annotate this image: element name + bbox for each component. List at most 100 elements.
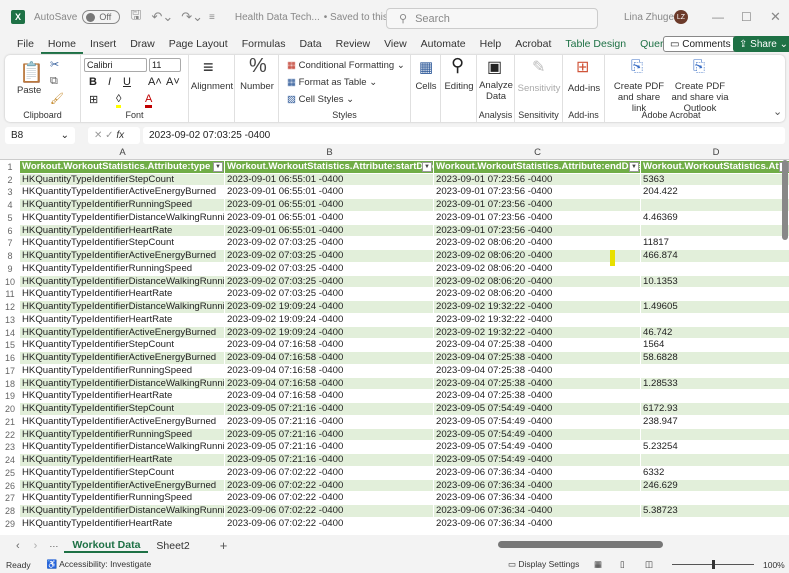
table-cell[interactable]: HKQuantityTypeIdentifierDistanceWalkingR… — [20, 377, 225, 391]
italic-button[interactable]: I — [108, 76, 111, 88]
table-cell[interactable]: 5363 — [641, 173, 789, 187]
next-sheet-icon[interactable]: › — [34, 540, 38, 552]
table-cell[interactable]: 2023-09-04 07:25:38 -0400 — [434, 364, 641, 378]
select-all-corner[interactable] — [0, 146, 20, 160]
close-icon[interactable]: ✕ — [770, 9, 781, 25]
format-painter-icon[interactable]: 🖌 — [50, 92, 64, 105]
table-cell[interactable] — [641, 454, 789, 467]
table-cell[interactable]: 2023-09-02 19:09:24 -0400 — [225, 326, 434, 340]
table-cell[interactable]: 2023-09-01 07:23:56 -0400 — [434, 199, 641, 212]
table-cell[interactable]: HKQuantityTypeIdentifierHeartRate — [20, 390, 225, 404]
tab-view[interactable]: View — [377, 34, 414, 54]
table-cell[interactable]: HKQuantityTypeIdentifierStepCount — [20, 173, 225, 187]
analyze-data-icon[interactable]: ▣ — [487, 57, 502, 77]
row-number[interactable]: 23 — [0, 441, 20, 454]
table-cell[interactable]: 2023-09-06 07:02:22 -0400 — [225, 504, 434, 518]
table-cell[interactable]: 2023-09-01 07:23:56 -0400 — [434, 211, 641, 225]
tab-automate[interactable]: Automate — [414, 34, 473, 54]
table-cell[interactable]: 2023-09-04 07:16:58 -0400 — [225, 364, 434, 378]
display-settings-button[interactable]: ▭ Display Settings — [508, 559, 579, 570]
table-cell[interactable]: 2023-09-05 07:21:16 -0400 — [225, 454, 434, 467]
table-cell[interactable]: HKQuantityTypeIdentifierActiveEnergyBurn… — [20, 479, 225, 493]
table-cell[interactable]: 2023-09-01 06:55:01 -0400 — [225, 173, 434, 187]
prev-sheet-icon[interactable]: ‹ — [16, 540, 20, 552]
table-cell[interactable]: HKQuantityTypeIdentifierDistanceWalkingR… — [20, 441, 225, 454]
table-cell[interactable]: 2023-09-02 07:03:25 -0400 — [225, 288, 434, 302]
table-cell[interactable]: 2023-09-05 07:21:16 -0400 — [225, 428, 434, 442]
row-number[interactable]: 24 — [0, 454, 20, 467]
comments-button[interactable]: ▭ Comments — [663, 36, 738, 52]
table-cell[interactable] — [641, 518, 789, 531]
table-cell[interactable]: HKQuantityTypeIdentifierActiveEnergyBurn… — [20, 326, 225, 340]
table-cell[interactable]: 2023-09-05 07:54:49 -0400 — [434, 441, 641, 454]
table-cell[interactable]: 2023-09-02 19:32:22 -0400 — [434, 301, 641, 314]
column-header-cell[interactable]: Workout.WorkoutStatistics.Attribute:endD… — [434, 161, 641, 174]
table-cell[interactable]: 2023-09-02 08:06:20 -0400 — [434, 288, 641, 302]
row-number[interactable]: 1 — [0, 161, 20, 174]
tab-insert[interactable]: Insert — [83, 34, 123, 54]
alignment-group[interactable]: ≡ Alignment — [189, 55, 235, 122]
row-number[interactable]: 19 — [0, 390, 20, 404]
table-cell[interactable]: HKQuantityTypeIdentifierRunningSpeed — [20, 199, 225, 212]
table-cell[interactable]: 246.629 — [641, 479, 789, 493]
borders-icon[interactable]: ⊞ — [89, 93, 98, 106]
horizontal-scrollbar[interactable] — [498, 541, 663, 548]
table-cell[interactable]: 2023-09-02 19:32:22 -0400 — [434, 326, 641, 340]
tab-page-layout[interactable]: Page Layout — [162, 34, 235, 54]
table-cell[interactable]: HKQuantityTypeIdentifierRunningSpeed — [20, 364, 225, 378]
table-cell[interactable]: 2023-09-06 07:36:34 -0400 — [434, 517, 641, 531]
table-cell[interactable]: 2023-09-06 07:02:22 -0400 — [225, 466, 434, 480]
table-cell[interactable]: 2023-09-02 08:06:20 -0400 — [434, 237, 641, 251]
table-cell[interactable]: 2023-09-05 07:54:49 -0400 — [434, 454, 641, 467]
document-title[interactable]: Health Data Tech... — [235, 12, 320, 23]
table-cell[interactable]: 2023-09-06 07:02:22 -0400 — [225, 517, 434, 531]
cell-styles-button[interactable]: ▨ Cell Styles ⌄ — [287, 94, 354, 105]
row-number[interactable]: 16 — [0, 352, 20, 365]
autosave-toggle[interactable]: Off — [82, 10, 121, 24]
table-cell[interactable]: HKQuantityTypeIdentifierActiveEnergyBurn… — [20, 186, 225, 200]
table-cell[interactable]: 6172.93 — [641, 403, 789, 416]
table-cell[interactable]: 204.422 — [641, 186, 789, 200]
table-cell[interactable]: 5.23254 — [641, 441, 789, 454]
row-number[interactable]: 4 — [0, 199, 20, 212]
table-cell[interactable]: 2023-09-05 07:54:49 -0400 — [434, 403, 641, 416]
row-number[interactable]: 15 — [0, 339, 20, 353]
row-number[interactable]: 28 — [0, 504, 20, 518]
function-icon[interactable]: fx — [116, 130, 124, 141]
table-cell[interactable]: HKQuantityTypeIdentifierHeartRate — [20, 224, 225, 238]
redo-icon[interactable]: ↷⌄ — [181, 9, 203, 25]
tab-help[interactable]: Help — [473, 34, 509, 54]
table-cell[interactable] — [641, 263, 789, 276]
table-cell[interactable]: HKQuantityTypeIdentifierActiveEnergyBurn… — [20, 415, 225, 429]
tab-formulas[interactable]: Formulas — [235, 34, 293, 54]
addins-icon[interactable]: ⊞ — [576, 57, 589, 77]
table-cell[interactable]: 2023-09-05 07:21:16 -0400 — [225, 415, 434, 429]
search-input[interactable]: ⚲ Search — [386, 8, 598, 29]
save-icon[interactable]: 🖫 — [130, 6, 141, 28]
table-cell[interactable]: 2023-09-02 08:06:20 -0400 — [434, 275, 641, 289]
table-cell[interactable]: 2023-09-04 07:25:38 -0400 — [434, 352, 641, 365]
table-cell[interactable]: 2023-09-02 19:09:24 -0400 — [225, 313, 434, 327]
table-cell[interactable]: 2023-09-06 07:36:34 -0400 — [434, 504, 641, 518]
more-sheets-button[interactable]: ··· — [49, 541, 58, 551]
table-cell[interactable]: 2023-09-02 07:03:25 -0400 — [225, 237, 434, 251]
addins-button[interactable]: Add-ins — [563, 83, 605, 94]
row-number[interactable]: 29 — [0, 517, 20, 531]
paste-button[interactable]: Paste — [17, 85, 41, 96]
decrease-font-icon[interactable]: A˅ — [166, 76, 180, 88]
row-number[interactable]: 13 — [0, 313, 20, 327]
row-number[interactable]: 3 — [0, 186, 20, 200]
table-cell[interactable]: HKQuantityTypeIdentifierHeartRate — [20, 288, 225, 302]
collapse-ribbon-icon[interactable]: ⌄ — [773, 105, 782, 118]
tab-file[interactable]: File — [10, 34, 41, 54]
number-group[interactable]: % Number — [235, 55, 279, 122]
row-number[interactable]: 18 — [0, 377, 20, 391]
table-cell[interactable]: HKQuantityTypeIdentifierStepCount — [20, 339, 225, 353]
formula-input[interactable]: 2023-09-02 07:03:25 -0400 — [143, 127, 785, 144]
enter-icon[interactable]: ✓ — [105, 130, 113, 141]
table-cell[interactable]: 2023-09-04 07:16:58 -0400 — [225, 390, 434, 404]
row-number[interactable]: 9 — [0, 262, 20, 276]
tab-draw[interactable]: Draw — [123, 34, 162, 54]
zoom-level[interactable]: 100% — [763, 560, 785, 570]
tab-home[interactable]: Home — [40, 34, 83, 54]
